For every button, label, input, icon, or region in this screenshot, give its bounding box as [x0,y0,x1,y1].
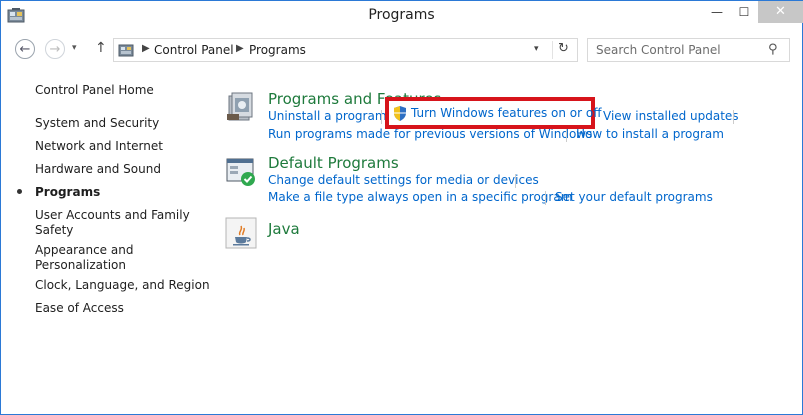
sidebar-item-programs[interactable]: Programs [35,185,100,200]
make-file-type-open-link[interactable]: Make a file type always open in a specif… [268,190,572,204]
breadcrumb-programs[interactable]: Programs [249,43,306,57]
sidebar-item-label: Appearance and [35,243,134,257]
java-icon[interactable] [225,217,257,249]
link-separator [515,174,516,188]
run-previous-versions-link[interactable]: Run programs made for previous versions … [268,127,592,141]
change-default-settings-link[interactable]: Change default settings for media or dev… [268,173,539,187]
programs-window: Programs — ☐ ✕ ← → ▾ ↑ ▶ Control Panel ▶… [0,0,803,415]
sidebar-item-label: User Accounts and Family [35,208,190,222]
back-button[interactable]: ← [15,39,35,59]
link-separator [381,110,382,124]
sidebar-item-ease-of-access[interactable]: Ease of Access [35,301,124,316]
address-divider [552,41,553,59]
maximize-button[interactable]: ☐ [731,1,757,23]
sidebar-item-network-internet[interactable]: Network and Internet [35,139,163,154]
sidebar-item-user-accounts[interactable]: User Accounts and Family Safety [35,208,190,238]
sidebar-item-label-line2: Safety [35,223,74,237]
forward-button[interactable]: → [45,39,65,59]
uninstall-program-link[interactable]: Uninstall a program [268,109,387,123]
up-button[interactable]: ↑ [95,40,107,56]
search-box[interactable]: ⚲ [587,38,790,62]
link-separator [733,110,734,124]
address-bar[interactable]: ▶ Control Panel ▶ Programs ▾ ↻ [113,38,578,62]
breadcrumb-separator-icon[interactable]: ▶ [236,43,244,54]
recent-locations-dropdown-icon[interactable]: ▾ [72,43,77,53]
programs-features-icon[interactable] [225,90,257,122]
sidebar-item-label-line2: Personalization [35,258,126,272]
default-programs-title[interactable]: Default Programs [268,154,399,172]
view-installed-updates-link[interactable]: View installed updates [603,109,739,123]
address-dropdown-icon[interactable]: ▾ [534,44,539,54]
control-panel-icon [118,44,134,57]
search-icon[interactable]: ⚲ [768,42,778,57]
breadcrumb-separator-icon[interactable]: ▶ [142,43,150,54]
sidebar-item-hardware-sound[interactable]: Hardware and Sound [35,162,161,177]
sidebar-item-system-security[interactable]: System and Security [35,116,159,131]
title-bar: Programs — ☐ ✕ [1,1,803,31]
current-item-bullet [17,189,22,194]
minimize-button[interactable]: — [704,1,730,23]
highlight-box: Turn Windows features on or off [385,97,602,129]
sidebar-item-clock-language[interactable]: Clock, Language, and Region [35,278,210,293]
refresh-icon[interactable]: ↻ [558,41,569,56]
link-separator [545,191,546,205]
uac-shield-icon [394,106,406,121]
close-button[interactable]: ✕ [758,1,803,23]
turn-windows-features-link[interactable]: Turn Windows features on or off [411,106,602,120]
navigation-bar: ← → ▾ ↑ ▶ Control Panel ▶ Programs ▾ ↻ ⚲ [1,35,802,65]
window-title: Programs [368,7,435,23]
sidebar-item-appearance[interactable]: Appearance and Personalization [35,243,133,273]
default-programs-icon[interactable] [225,156,257,188]
link-separator [566,128,567,142]
sidebar-item-control-panel-home[interactable]: Control Panel Home [35,83,154,98]
how-to-install-link[interactable]: How to install a program [576,127,724,141]
java-title[interactable]: Java [268,220,300,238]
set-default-programs-link[interactable]: Set your default programs [555,190,713,204]
search-input[interactable] [594,42,768,58]
breadcrumb-control-panel[interactable]: Control Panel [154,43,234,57]
